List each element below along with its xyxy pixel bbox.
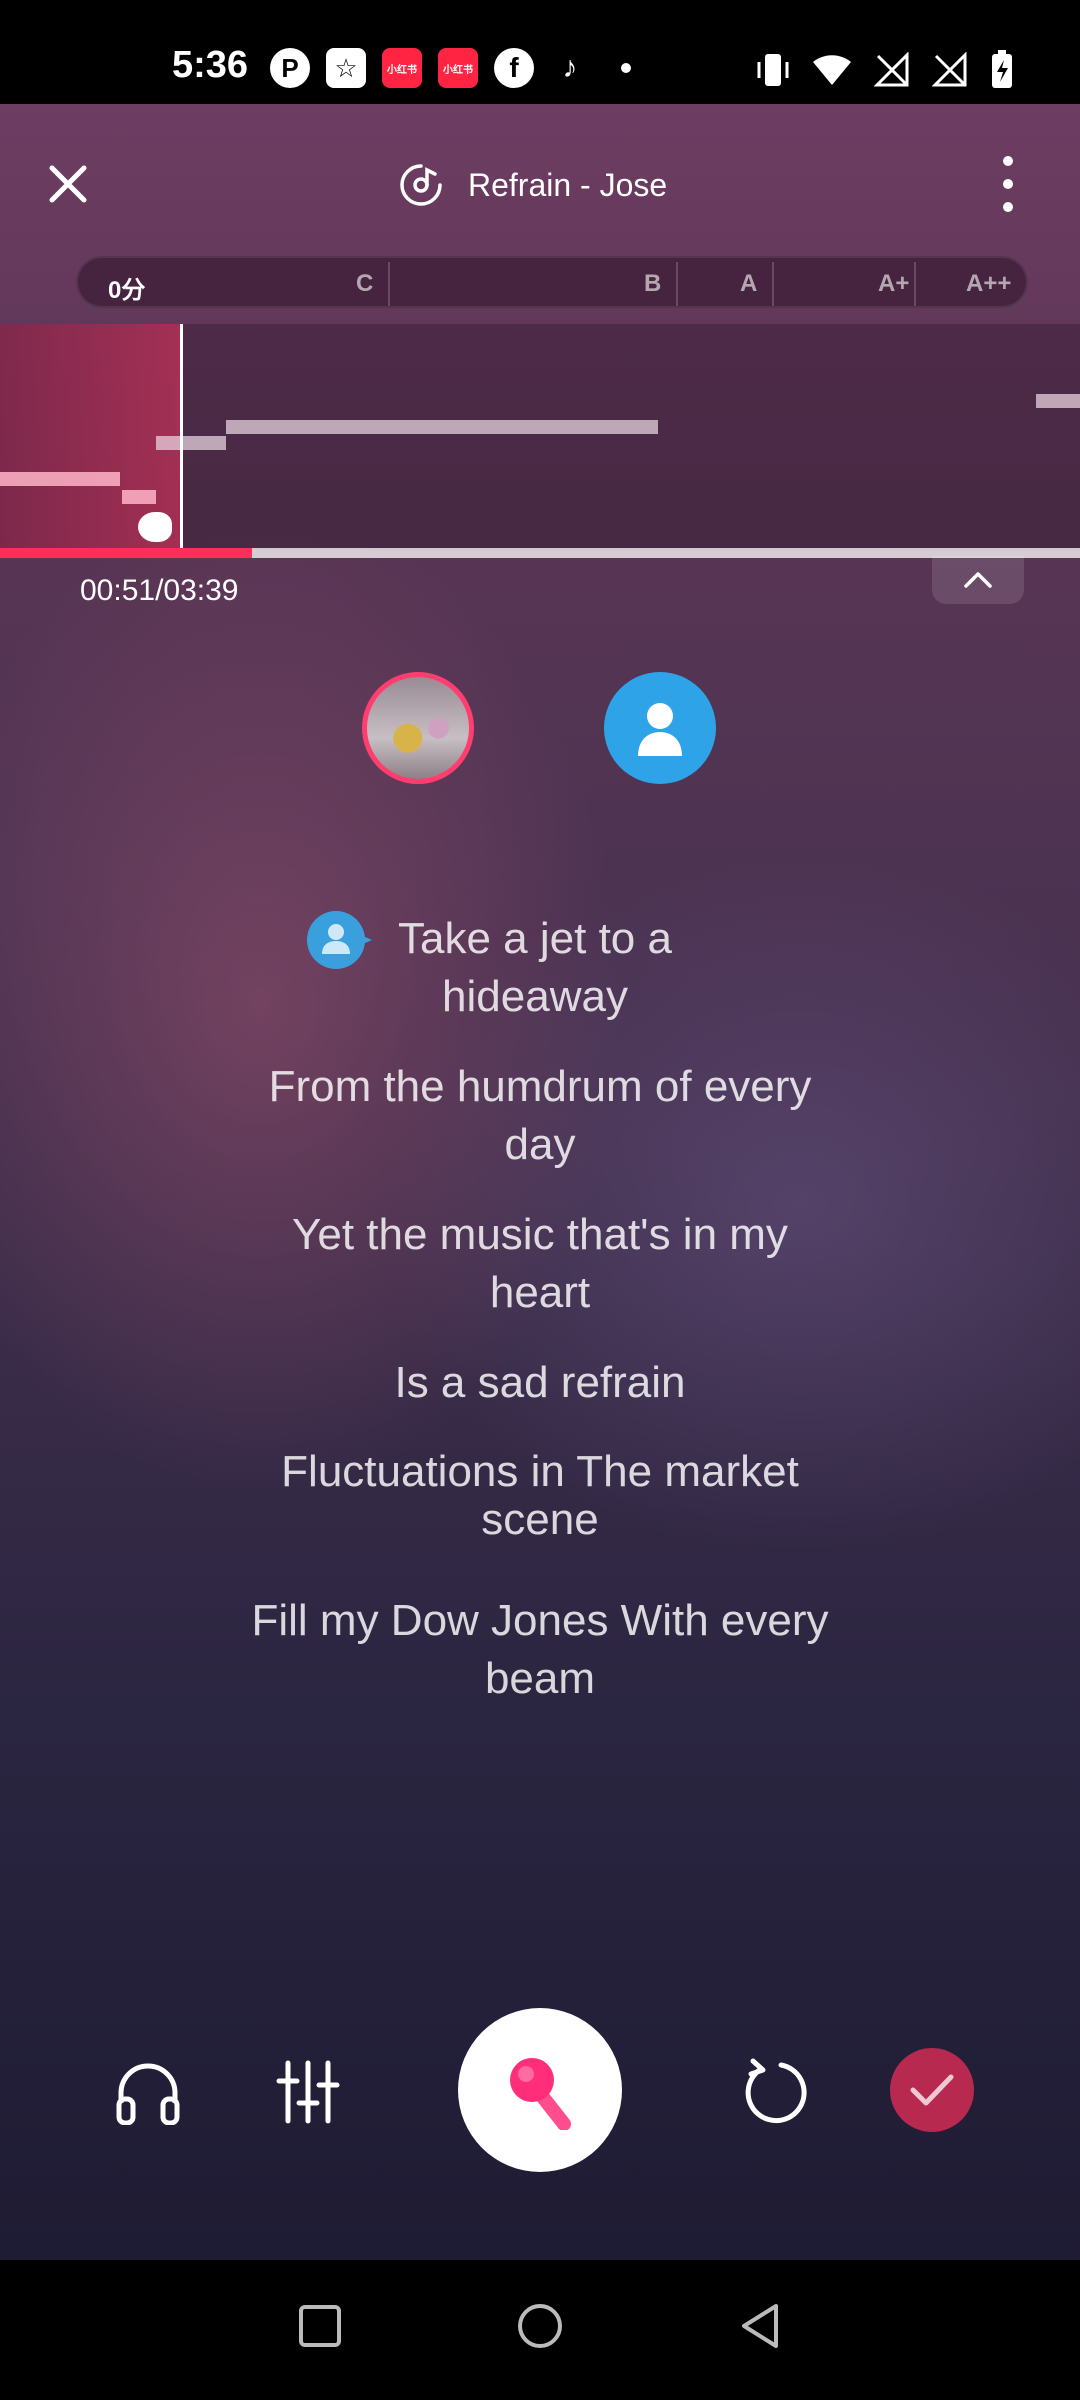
vibrate-icon bbox=[757, 54, 789, 86]
finish-button[interactable] bbox=[890, 2048, 974, 2132]
chevron-up-icon bbox=[964, 572, 992, 588]
grade-divider bbox=[772, 262, 774, 306]
xiaohongshu-icon: 小红书 bbox=[438, 48, 478, 88]
top-bar: Refrain - Jose bbox=[0, 104, 1080, 264]
pitch-note bbox=[1036, 394, 1080, 408]
back-icon[interactable] bbox=[736, 2302, 784, 2350]
lyric-line-current: Take a jet to a hideaway bbox=[398, 914, 672, 1021]
more-options-icon[interactable] bbox=[996, 156, 1020, 212]
lyric-line: Yet the music that's in my heart bbox=[292, 1210, 788, 1317]
dot-icon bbox=[606, 48, 646, 88]
restart-button[interactable] bbox=[734, 2052, 814, 2132]
system-icons bbox=[756, 50, 1014, 90]
headphones-button[interactable] bbox=[108, 2054, 188, 2130]
status-time: 5:36 bbox=[172, 44, 249, 86]
user-icon bbox=[638, 703, 682, 756]
collapse-button[interactable] bbox=[932, 556, 1024, 604]
score-grade-bar: 0分 C B A A+ A++ bbox=[76, 256, 1028, 308]
tiktok-icon: ♪ bbox=[562, 51, 578, 84]
grade-a-plus-plus: A++ bbox=[966, 270, 1012, 297]
status-bar: 5:36 P ☆ 小红书 小红书 f ♪ bbox=[0, 0, 1080, 104]
wifi-icon bbox=[813, 55, 851, 85]
pitch-note bbox=[0, 472, 120, 486]
grade-b: B bbox=[644, 270, 662, 297]
lyric-line: Fluctuations in The market scene bbox=[281, 1447, 799, 1544]
grade-a-plus: A+ bbox=[878, 270, 910, 297]
no-signal-icon bbox=[874, 52, 909, 87]
restart-icon bbox=[745, 2058, 807, 2124]
home-icon[interactable] bbox=[516, 2302, 564, 2350]
system-nav-bar bbox=[0, 2260, 1080, 2400]
notification-icons: P ☆ 小红书 小红书 f ♪ bbox=[270, 48, 646, 88]
pitch-cursor-line bbox=[180, 324, 183, 550]
grade-divider bbox=[914, 262, 916, 306]
lyric-line: Fill my Dow Jones With every beam bbox=[251, 1596, 829, 1703]
pitch-note bbox=[156, 436, 226, 450]
singer-avatar-partner[interactable] bbox=[604, 672, 716, 784]
pitch-note bbox=[226, 420, 658, 434]
p-icon: P bbox=[270, 48, 310, 88]
equalizer-button[interactable] bbox=[268, 2054, 348, 2130]
equalizer-icon bbox=[276, 2060, 340, 2124]
pitch-note bbox=[122, 490, 156, 504]
record-button[interactable] bbox=[458, 2008, 622, 2172]
lyric-line: From the humdrum of every day bbox=[268, 1062, 812, 1169]
playback-progress-fill bbox=[0, 548, 252, 558]
recents-icon[interactable] bbox=[298, 2304, 342, 2348]
lyric-line: Is a sad refrain bbox=[394, 1358, 686, 1407]
xiaohongshu-icon: 小红书 bbox=[382, 48, 422, 88]
current-score: 0分 bbox=[108, 277, 146, 304]
grade-divider bbox=[676, 262, 678, 306]
check-icon bbox=[910, 2074, 954, 2106]
current-singer-icon bbox=[307, 911, 372, 969]
playback-progress[interactable] bbox=[0, 548, 1080, 558]
music-disc-icon bbox=[400, 164, 442, 206]
song-title: Refrain - Jose bbox=[468, 166, 668, 203]
headphones-icon bbox=[116, 2063, 180, 2125]
pitch-guide bbox=[0, 324, 1080, 550]
playback-time: 00:51/03:39 bbox=[80, 574, 239, 607]
grade-a: A bbox=[740, 270, 758, 297]
grade-c: C bbox=[356, 270, 374, 297]
grade-divider bbox=[388, 262, 390, 306]
singer-avatar-self[interactable] bbox=[362, 672, 474, 784]
song-title-area: Refrain - Jose bbox=[398, 162, 678, 208]
microphone-icon bbox=[510, 2058, 571, 2130]
pitch-indicator bbox=[138, 512, 172, 542]
battery-charging-icon bbox=[992, 50, 1012, 88]
no-signal-icon bbox=[932, 52, 967, 87]
close-icon[interactable] bbox=[42, 158, 94, 210]
star-icon: ☆ bbox=[326, 48, 366, 88]
facebook-icon: f bbox=[494, 48, 534, 88]
